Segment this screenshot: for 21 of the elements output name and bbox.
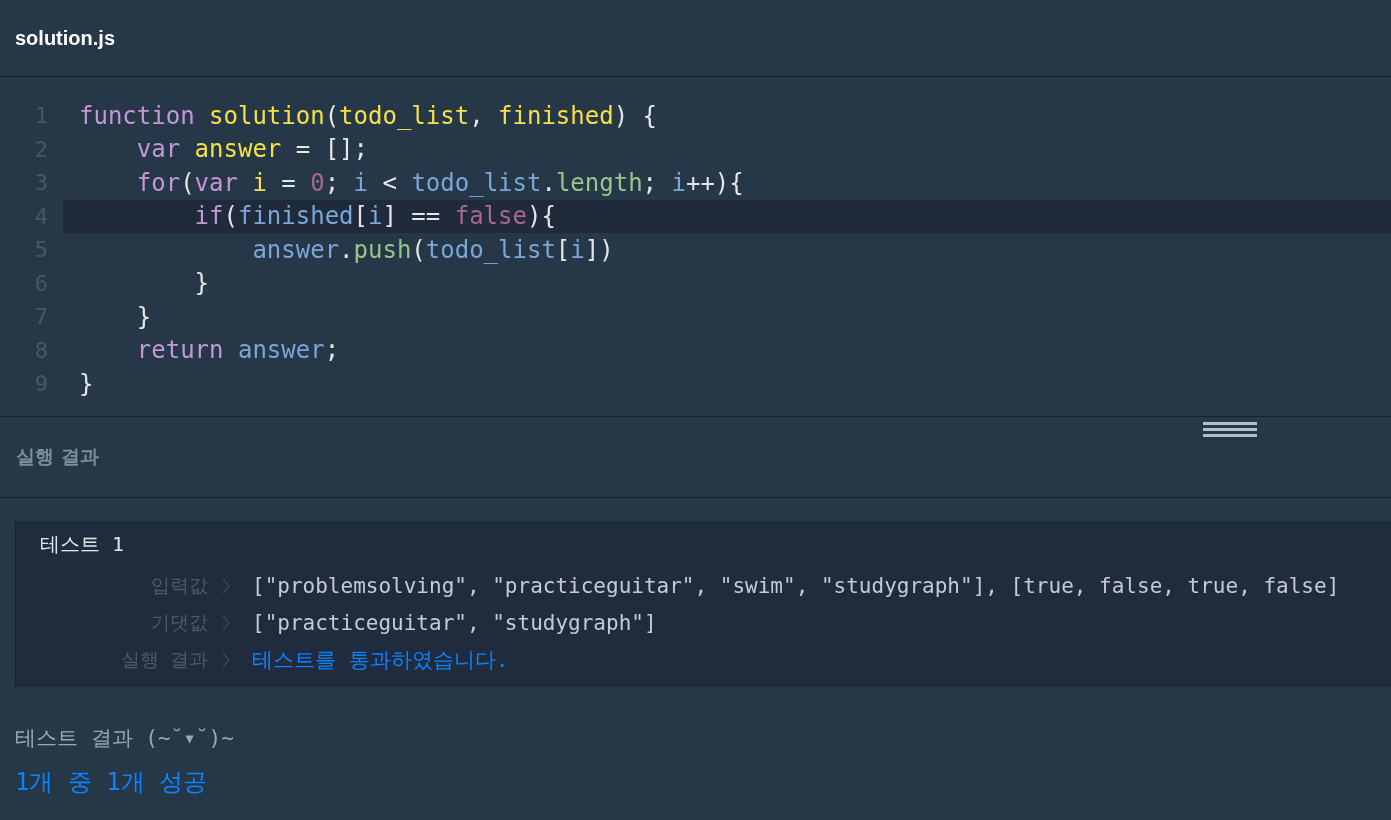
code-line: } (193, 269, 210, 298)
chevron-icon (222, 652, 230, 668)
code-line: } (135, 302, 152, 331)
code-line: answer.push(todo_list[i]) (251, 235, 614, 264)
row-value: ["problemsolving", "practiceguitar", "swim", "studygraph"], [true, false, true, false] (252, 574, 1340, 598)
summary-title: 테스트 결과 (~˘▾˘)~ (15, 724, 235, 752)
code-line: if(finished[i] == false){ (193, 202, 556, 231)
resize-handle-icon[interactable] (1203, 421, 1257, 437)
code-line: return answer; (135, 336, 340, 365)
chevron-icon (222, 615, 230, 631)
summary-text: 1개 중 1개 성공 (15, 766, 209, 798)
row-value: ["practiceguitar", "studygraph"] (252, 611, 657, 635)
code-line: var answer = []; (135, 135, 368, 164)
code-line: for(var i = 0; i < todo_list.length; i++){ (135, 168, 744, 197)
file-tab-title[interactable]: solution.js (15, 26, 115, 50)
code-line: } (79, 369, 94, 398)
results-title: 실행 결과 (16, 443, 99, 469)
chevron-icon (222, 578, 230, 594)
test-title: 테스트 1 (40, 530, 126, 558)
code-line: function solution(todo_list, finished) { (79, 101, 657, 130)
row-value: 테스트를 통과하였습니다. (252, 647, 509, 674)
